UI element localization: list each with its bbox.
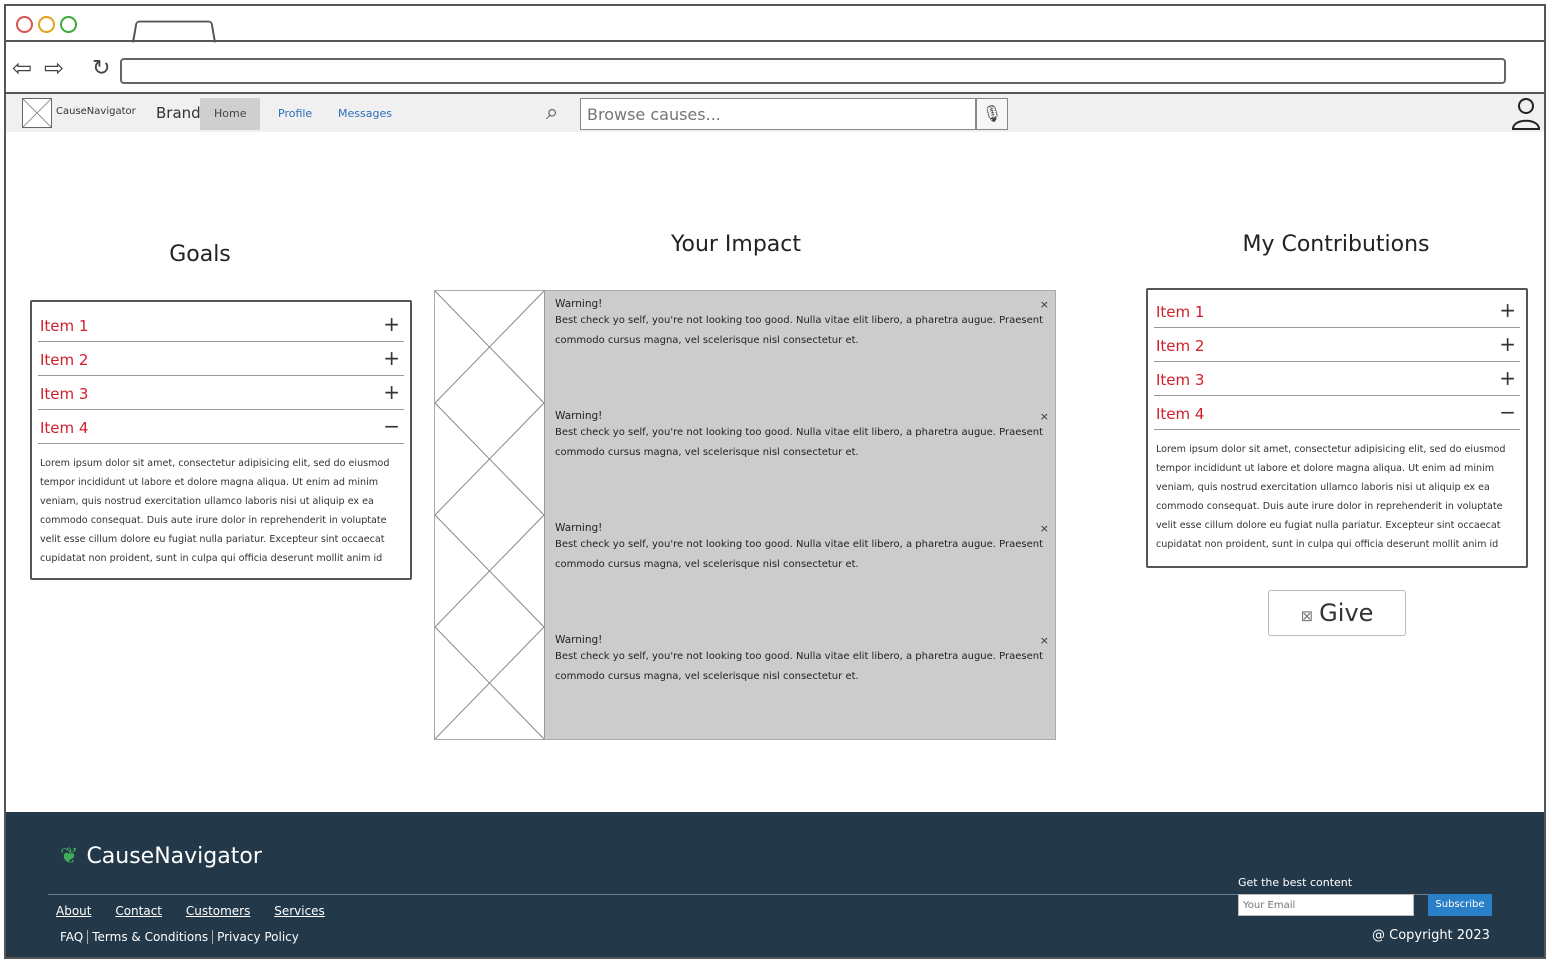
alert-heading: Warning! [555,410,603,422]
goals-accordion: Item 1 + Item 2 + Item 3 + Item 4 − Lore… [30,300,412,580]
alert-message: Warning! Best check yo self, you're not … [545,515,1055,627]
footer-link-customers[interactable]: Customers [186,904,251,918]
goals-item-label: Item 1 [40,317,89,335]
browser-tab[interactable] [131,20,217,43]
search-icon[interactable]: ⌕ [546,100,558,125]
contributions-accordion: Item 1 + Item 2 + Item 3 + Item 4 − Lore… [1146,288,1528,568]
goals-item-label: Item 4 [40,419,89,437]
goals-item-body: Lorem ipsum dolor sit amet, consectetur … [40,458,390,564]
search-input[interactable] [580,98,976,130]
contributions-item-label: Item 2 [1156,337,1205,355]
contributions-item[interactable]: Item 2 + [1154,328,1520,362]
alert-heading: Warning! [555,298,603,310]
alert-heading: Warning! [555,634,603,646]
expand-icon[interactable]: + [1499,368,1516,388]
alert-text: Best check yo self, you're not looking t… [555,427,1044,458]
nav-home[interactable]: Home [200,98,261,130]
contributions-item-label: Item 4 [1156,405,1205,423]
brand-label[interactable]: Brand [156,104,201,122]
impact-alert: Warning! Best check yo self, you're not … [435,291,1055,403]
footer: ❦ CauseNavigator About Contact Customers … [6,812,1544,957]
footer-link-privacy[interactable]: Privacy Policy [213,930,303,944]
contributions-item-label: Item 3 [1156,371,1205,389]
logo-image-placeholder[interactable] [22,98,52,128]
maximize-window-button[interactable] [60,16,77,33]
leaf-icon: ❦ [60,844,79,869]
close-icon[interactable]: × [1040,295,1049,315]
alert-text: Best check yo self, you're not looking t… [555,651,1044,682]
goals-item[interactable]: Item 4 − [38,410,404,444]
expand-icon[interactable]: + [383,348,400,368]
close-icon[interactable]: × [1040,407,1049,427]
title-bar [6,6,1544,43]
copyright-text: @ Copyright 2023 [1372,928,1490,943]
footer-logo[interactable]: ❦ CauseNavigator [60,844,262,869]
footer-logo-text: CauseNavigator [86,844,262,869]
footer-link-about[interactable]: About [56,904,91,918]
address-bar: ⇦ ⇨ ↻ [6,44,1544,94]
footer-link-faq[interactable]: FAQ [56,930,89,944]
forward-arrow-icon[interactable]: ⇨ [44,56,64,80]
user-avatar-icon[interactable] [1510,96,1542,130]
footer-links: About Contact Customers Services [56,904,345,918]
app-navbar: CauseNavigator Brand Home Profile Messag… [6,94,1544,132]
goals-item[interactable]: Item 1 + [38,308,404,342]
footer-link-services[interactable]: Services [274,904,325,918]
expand-icon[interactable]: + [383,382,400,402]
expand-icon[interactable]: + [1499,334,1516,354]
footer-legal-links: FAQ Terms & Conditions Privacy Policy [56,930,303,944]
alert-text: Best check yo self, you're not looking t… [555,315,1044,346]
nav-profile[interactable]: Profile [264,98,326,130]
collapse-icon[interactable]: − [1499,402,1516,422]
alert-heading: Warning! [555,522,603,534]
email-field[interactable] [1238,894,1414,916]
give-button[interactable]: ⊠ Give [1268,590,1406,636]
impact-alert: Warning! Best check yo self, you're not … [435,515,1055,627]
close-window-button[interactable] [16,16,33,33]
url-field[interactable] [120,58,1506,84]
footer-link-terms[interactable]: Terms & Conditions [88,930,214,944]
impact-alert: Warning! Best check yo self, you're not … [435,627,1055,739]
expand-icon[interactable]: + [383,314,400,334]
subscribe-button[interactable]: Subscribe [1428,894,1492,916]
alert-text: Best check yo self, you're not looking t… [555,539,1044,570]
impact-title: Your Impact [670,232,802,257]
contributions-item-body: Lorem ipsum dolor sit amet, consectetur … [1156,444,1506,550]
reload-icon[interactable]: ↻ [92,58,110,80]
alert-message: Warning! Best check yo self, you're not … [545,627,1055,739]
goals-title: Goals [169,242,231,267]
give-button-label: Give [1319,599,1374,627]
alert-message: Warning! Best check yo self, you're not … [545,291,1055,403]
footer-link-contact[interactable]: Contact [115,904,162,918]
microphone-icon[interactable]: 🎙 [976,98,1008,130]
impact-alert: Warning! Best check yo self, you're not … [435,403,1055,515]
image-placeholder [435,291,545,403]
contributions-title: My Contributions [1242,232,1430,257]
close-icon[interactable]: × [1040,519,1049,539]
image-placeholder [435,627,545,739]
browser-window: ⇦ ⇨ ↻ CauseNavigator Brand Home Profile … [4,4,1546,959]
nav-messages[interactable]: Messages [324,98,406,130]
collapse-icon[interactable]: − [383,416,400,436]
image-placeholder [435,403,545,515]
alert-message: Warning! Best check yo self, you're not … [545,403,1055,515]
close-icon[interactable]: × [1040,631,1049,651]
contributions-item[interactable]: Item 3 + [1154,362,1520,396]
minimize-window-button[interactable] [38,16,55,33]
goals-item-label: Item 3 [40,385,89,403]
impact-list: Warning! Best check yo self, you're not … [434,290,1056,740]
newsletter-label: Get the best content [1238,876,1353,889]
image-placeholder-icon: ⊠ [1300,607,1314,625]
expand-icon[interactable]: + [1499,300,1516,320]
contributions-item[interactable]: Item 4 − [1154,396,1520,430]
back-arrow-icon[interactable]: ⇦ [12,56,32,80]
contributions-item[interactable]: Item 1 + [1154,294,1520,328]
goals-item[interactable]: Item 2 + [38,342,404,376]
contributions-item-label: Item 1 [1156,303,1205,321]
goals-item-label: Item 2 [40,351,89,369]
goals-item[interactable]: Item 3 + [38,376,404,410]
logo-text[interactable]: CauseNavigator [56,106,136,117]
image-placeholder [435,515,545,627]
